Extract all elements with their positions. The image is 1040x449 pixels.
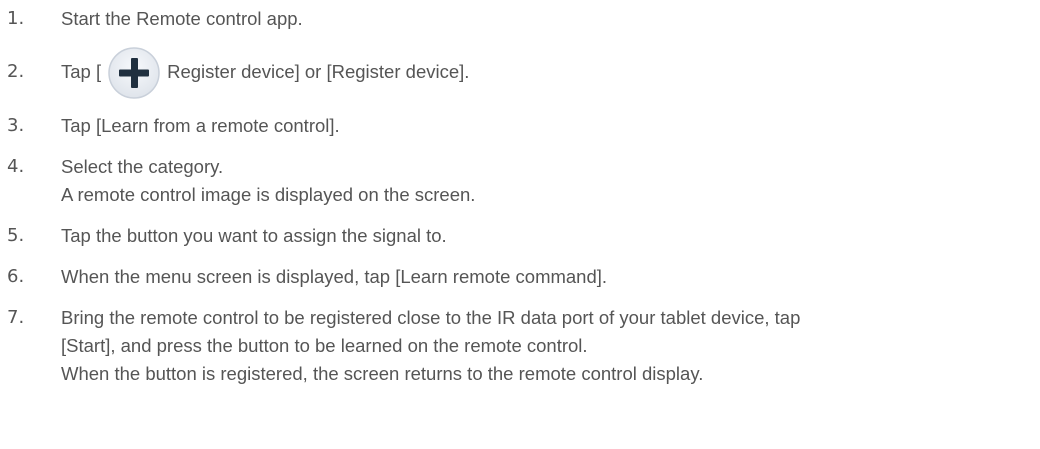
step-line: Tap [Learn from a remote control]. xyxy=(61,115,340,136)
step-text: Start the Remote control app. xyxy=(61,5,303,33)
step-4: 4. Select the category. A remote control… xyxy=(7,153,475,209)
step-number: 5. xyxy=(7,225,25,246)
step-number: 3. xyxy=(7,115,25,136)
step-line: When the menu screen is displayed, tap [… xyxy=(61,266,608,287)
step-text: Tap [ Register device] or [Register devi… xyxy=(61,47,470,99)
step-line: Start the Remote control app. xyxy=(61,8,303,29)
plus-icon xyxy=(107,46,161,100)
step-line: A remote control image is displayed on t… xyxy=(61,184,476,205)
step-1: 1. Start the Remote control app. xyxy=(7,5,303,33)
step-text: When the menu screen is displayed, tap [… xyxy=(61,263,607,291)
instruction-steps: 1. Start the Remote control app. 2. Tap … xyxy=(0,0,1040,449)
step-text: Select the category. A remote control im… xyxy=(61,153,475,209)
step-number: 6. xyxy=(7,266,25,287)
step-line: Select the category. xyxy=(61,156,224,177)
step-line: Bring the remote control to be registere… xyxy=(61,307,801,328)
step-2: 2. Tap [ Register device] or [Register d… xyxy=(7,47,470,99)
step-line: [Start], and press the button to be lear… xyxy=(61,335,588,356)
step-number: 2. xyxy=(7,61,25,82)
step-number: 7. xyxy=(7,307,25,328)
step-3: 3. Tap [Learn from a remote control]. xyxy=(7,112,340,140)
step-5: 5. Tap the button you want to assign the… xyxy=(7,222,447,250)
step-number: 4. xyxy=(7,156,25,177)
step-text: Tap the button you want to assign the si… xyxy=(61,222,447,250)
step-7: 7. Bring the remote control to be regist… xyxy=(7,304,800,388)
step-line: When the button is registered, the scree… xyxy=(61,363,704,384)
step-line: Tap the button you want to assign the si… xyxy=(61,225,447,246)
step-number: 1. xyxy=(7,8,25,29)
step-6: 6. When the menu screen is displayed, ta… xyxy=(7,263,607,291)
step-text-before-icon: Tap [ xyxy=(61,61,102,82)
step-text: Bring the remote control to be registere… xyxy=(61,304,800,388)
step-text: Tap [Learn from a remote control]. xyxy=(61,112,340,140)
step-text-after-icon: Register device] or [Register device]. xyxy=(167,61,470,82)
